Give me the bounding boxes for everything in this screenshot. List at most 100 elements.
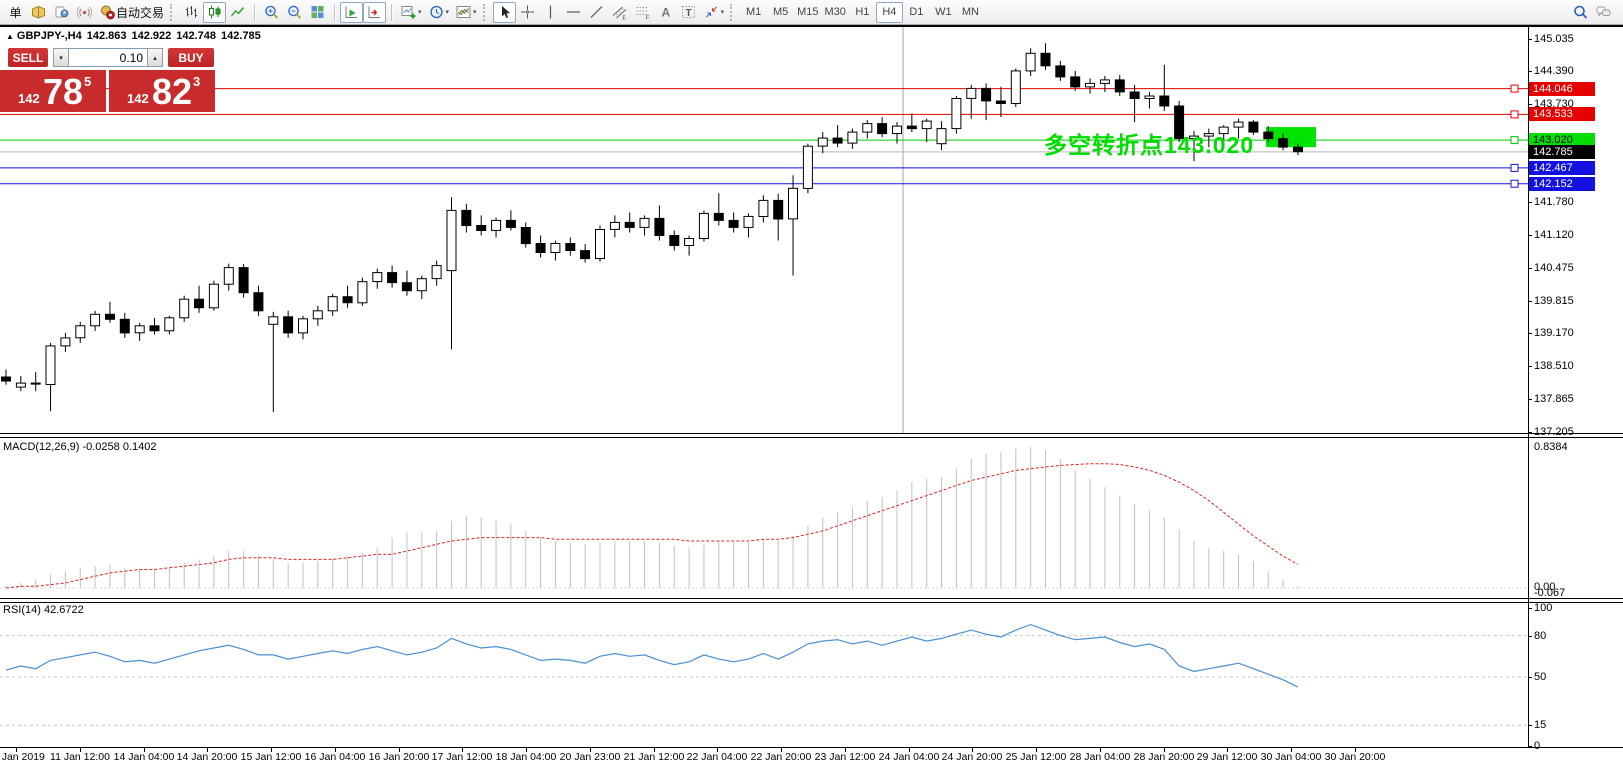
chart-line-icon [229,4,246,20]
price-tick-mark [1528,39,1532,40]
volume-input[interactable] [69,48,147,67]
rsi-canvas[interactable] [0,603,1528,747]
time-tick-mark [654,748,655,752]
time-tick-mark [271,748,272,752]
toolbar-group: 单 自动交易 [2,0,169,25]
trendline-button[interactable] [585,2,608,23]
dropdown-arrow-icon[interactable]: ▾ [418,8,422,16]
time-tick-mark [909,748,910,752]
macd-canvas[interactable] [0,438,1528,598]
timeframe-d1-label: D1 [909,6,923,18]
toolbar-right [1569,2,1621,23]
auto-scroll-button[interactable] [340,2,363,23]
timeframe-m1[interactable]: M1 [740,2,767,23]
rsi-tick-mark [1528,636,1532,637]
dropdown-arrow-icon[interactable]: ▾ [473,8,477,16]
time-tick-mark [1227,748,1228,752]
fibonacci-button[interactable]: F [631,2,654,23]
sell-price-pip: 5 [84,74,91,89]
chart-bars-button[interactable] [180,2,203,23]
arrows-button[interactable]: ▾ [700,2,728,23]
symbol-label: GBPJPY-,H4 [17,30,82,42]
contacts-button[interactable] [50,2,73,23]
channel-button[interactable]: E [608,2,631,23]
new-chart-icon [400,4,417,20]
symbol-header: ▲GBPJPY-,H4142.863142.922142.748142.785 [6,30,266,42]
timeframe-m5[interactable]: M5 [767,2,794,23]
templates-button[interactable]: ▾ [452,2,480,23]
chart-shift-button[interactable] [363,2,386,23]
chart-bars-icon [183,4,200,20]
signals-button[interactable] [73,2,96,23]
new-order-button[interactable]: 单 [4,2,27,23]
zoom-out-icon [286,4,303,20]
collapse-indicator-icon[interactable]: ▲ [6,32,14,41]
timeframe-h1[interactable]: H1 [849,2,876,23]
time-tick-mark [399,748,400,752]
toolbar-group [258,0,331,25]
tile-windows-button[interactable] [306,2,329,23]
sell-button[interactable]: SELL [8,48,48,67]
text-button[interactable]: A [654,2,677,23]
periods-button[interactable]: ▾ [425,2,453,23]
chat-button[interactable] [1592,2,1615,23]
mt4-window: 单 自动交易 ▾ ▾ ▾ EFAT ▾ M1 M5M15M30H1H4 D1 W1MN ▲GBPJP… [0,0,1623,774]
price-level-badge: 143.533 [1529,107,1595,121]
chart-shift-icon [366,4,383,20]
time-tick-mark [845,748,846,752]
timeframe-m1-label: M1 [746,6,761,18]
sell-price-integer: 142 [18,91,40,106]
pane-separator-rsi[interactable] [0,598,1623,603]
crosshair-button[interactable] [516,2,539,23]
time-tick-mark [1100,748,1101,752]
timeframe-m15[interactable]: M15 [794,2,821,23]
toolbar-grip [170,4,175,21]
vertical-line-button[interactable] [539,2,562,23]
time-tick-mark [1164,748,1165,752]
new-chart-button[interactable]: ▾ [397,2,425,23]
search-button[interactable] [1569,2,1592,23]
timeframe-d1[interactable]: D1 [903,2,930,23]
chart-candles-button[interactable] [203,2,226,23]
rsi-tick-mark [1528,725,1532,726]
timeframe-h4[interactable]: H4 [876,2,903,23]
rsi-tick-mark [1528,677,1532,678]
sell-price-main: 78 [43,72,83,112]
price-tick-label: 140.475 [1534,262,1574,274]
chart-line-button[interactable] [226,2,249,23]
trade-panel-controls: SELL ▾ ▴ BUY [8,48,214,67]
horizontal-line-button[interactable] [562,2,585,23]
auto-trading-icon [99,4,116,20]
volume-increase-button[interactable]: ▴ [147,48,163,67]
cursor-icon [496,4,513,20]
dropdown-arrow-icon[interactable]: ▾ [446,8,450,16]
price-tick-mark [1528,104,1532,105]
pane-separator-macd[interactable] [0,433,1623,438]
toolbar-separator [391,4,392,21]
sell-price-panel[interactable]: 142 78 5 [0,70,106,112]
buy-price-panel[interactable]: 142 82 3 [109,70,215,112]
timeframe-w1[interactable]: W1 [930,2,957,23]
price-tick-mark [1528,432,1532,433]
crosshair-icon [519,4,536,20]
zoom-out-button[interactable] [283,2,306,23]
volume-decrease-button[interactable]: ▾ [53,48,69,67]
time-tick-mark [972,748,973,752]
toolbar-group [338,0,388,25]
main-chart-canvas[interactable] [0,27,1528,433]
buy-button[interactable]: BUY [168,48,214,67]
zoom-in-icon [263,4,280,20]
toolbar-group: ▾ ▾ ▾ [395,0,482,25]
price-tick-label: 139.170 [1534,327,1574,339]
journal-button[interactable] [27,2,50,23]
timeframe-m30[interactable]: M30 [821,2,848,23]
timeframe-mn[interactable]: MN [957,2,984,23]
cursor-button[interactable] [493,2,516,23]
dropdown-arrow-icon[interactable]: ▾ [721,8,725,16]
zoom-in-button[interactable] [260,2,283,23]
text-label-button[interactable]: T [677,2,700,23]
auto-trading-button[interactable]: 自动交易 [96,2,167,23]
price-level-badge: 142.785 [1529,145,1595,159]
price-tick-label: 141.780 [1534,196,1574,208]
buy-price-pip: 3 [193,74,200,89]
